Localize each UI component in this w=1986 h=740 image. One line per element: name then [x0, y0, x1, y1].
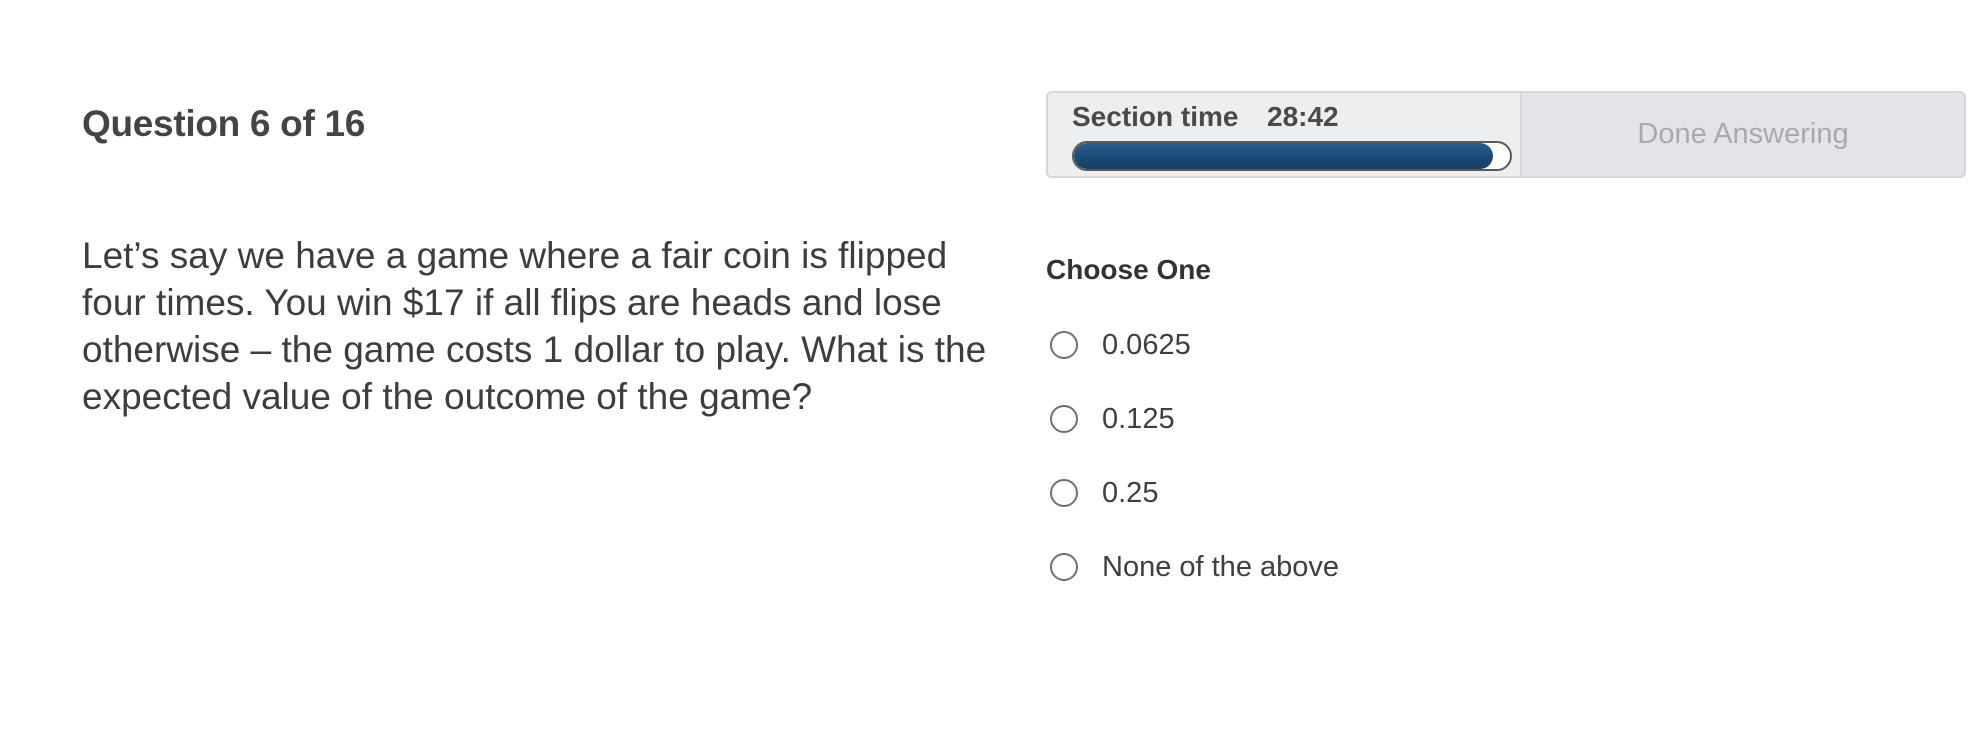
time-progress-fill: [1074, 143, 1493, 169]
choose-one-label: Choose One: [1046, 254, 1211, 285]
section-time-value: 28:42: [1267, 101, 1339, 132]
radio-button[interactable]: [1050, 331, 1078, 359]
radio-button[interactable]: [1050, 553, 1078, 581]
section-time-label: Section time: [1072, 101, 1239, 132]
timer-panel: Section time 28:42 Done Answering: [1046, 91, 1966, 178]
answer-option[interactable]: 0.125: [1050, 400, 1339, 438]
answer-options: 0.0625 0.125 0.25 None of the above: [1050, 326, 1339, 622]
section-timer: Section time 28:42: [1048, 93, 1522, 176]
answer-option-label: 0.0625: [1102, 328, 1191, 361]
answer-option-label: 0.125: [1102, 402, 1175, 435]
answer-option-label: None of the above: [1102, 550, 1340, 583]
radio-button[interactable]: [1050, 405, 1078, 433]
answer-option[interactable]: 0.0625: [1050, 326, 1339, 364]
question-text: Let’s say we have a game where a fair co…: [82, 235, 987, 417]
radio-button[interactable]: [1050, 479, 1078, 507]
time-progress-bar: [1072, 141, 1512, 171]
answer-option[interactable]: 0.25: [1050, 474, 1339, 512]
answer-option[interactable]: None of the above: [1050, 548, 1339, 586]
question-heading: Question 6 of 16: [82, 103, 366, 144]
done-answering-button[interactable]: Done Answering: [1522, 93, 1964, 176]
answer-option-label: 0.25: [1102, 476, 1159, 509]
